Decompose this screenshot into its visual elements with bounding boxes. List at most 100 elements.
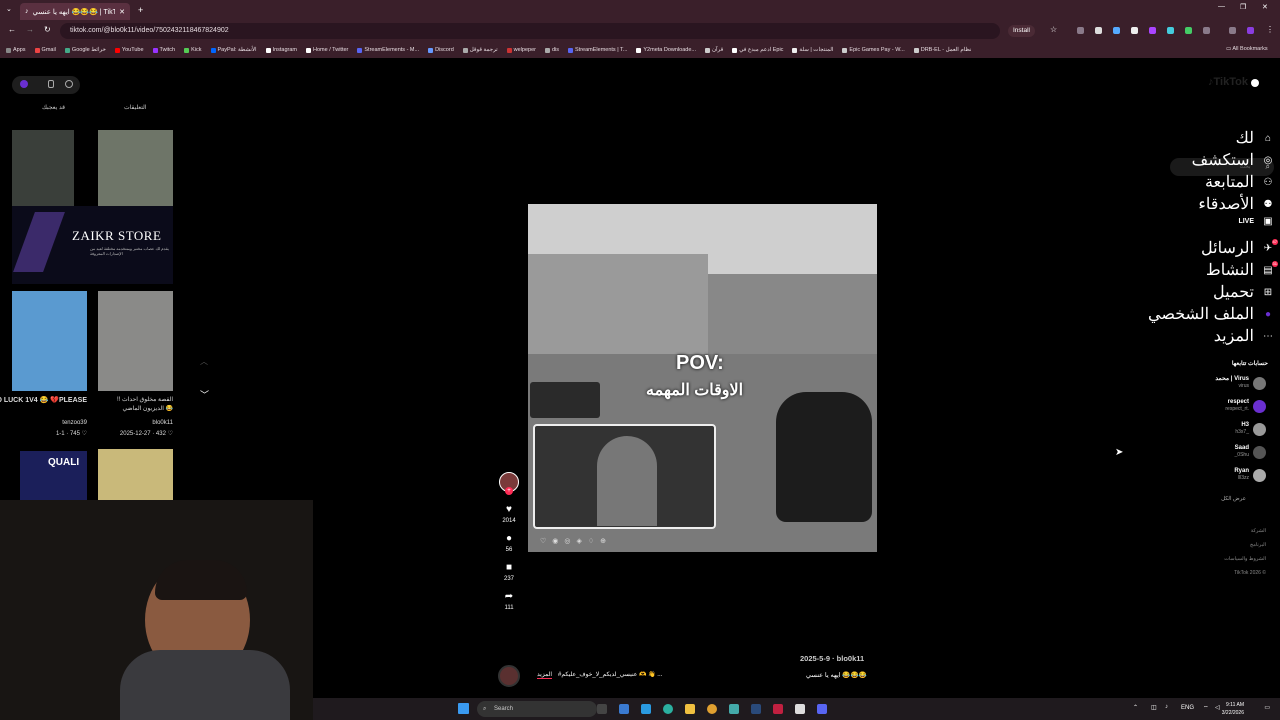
date-author[interactable]: 2025-5-9 · blo0k11: [800, 654, 864, 663]
video-thumbnail[interactable]: [98, 291, 173, 391]
chrome-icon[interactable]: [707, 704, 717, 714]
app-icon[interactable]: [795, 704, 805, 714]
video-author[interactable]: tenzoo39: [62, 420, 87, 426]
all-bookmarks[interactable]: ▭ All Bookmarks: [1222, 46, 1268, 52]
extension-icon[interactable]: [1077, 27, 1084, 34]
windows-start-icon[interactable]: [458, 703, 469, 714]
app-icon[interactable]: [773, 704, 783, 714]
browser-tab[interactable]: ♪ ايهه يا عنسي 😂😂😂 | TikTok ✕: [20, 3, 130, 20]
creator-avatar[interactable]: +: [496, 472, 522, 495]
bookmark-item[interactable]: Discord: [428, 47, 454, 53]
follow-plus-icon[interactable]: +: [505, 487, 513, 495]
extension-icon[interactable]: [1229, 27, 1236, 34]
notification-icon[interactable]: ▭: [1264, 704, 1270, 711]
phone-icon[interactable]: [48, 80, 54, 88]
mic-icon[interactable]: ♪: [1165, 704, 1168, 710]
discord-icon[interactable]: [817, 704, 827, 714]
app-icon[interactable]: [729, 704, 739, 714]
network-icon[interactable]: ◫: [1151, 704, 1157, 711]
extension-icon[interactable]: [1149, 27, 1156, 34]
extension-icon[interactable]: [1167, 27, 1174, 34]
extension-icon[interactable]: [1095, 27, 1102, 34]
bookmark-item[interactable]: Home / Twitter: [306, 47, 348, 53]
bookmark-item[interactable]: Twitch: [152, 47, 175, 53]
video-thumbnail[interactable]: [12, 291, 87, 391]
install-button[interactable]: Install: [1008, 25, 1035, 37]
bookmark-item[interactable]: Kick: [184, 47, 202, 53]
bookmark-item[interactable]: StreamElements | T...: [568, 47, 627, 53]
footer-link[interactable]: البرنامج: [1250, 542, 1266, 548]
menu-icon[interactable]: ⋮: [1266, 25, 1274, 34]
volume-icon[interactable]: ◁: [1215, 704, 1220, 711]
edge-icon[interactable]: [663, 704, 673, 714]
app-icon[interactable]: [619, 704, 629, 714]
bookmark-item[interactable]: PayPal: الأنشطة: [210, 47, 257, 53]
bookmark-item[interactable]: المنتجات | سلة: [792, 47, 833, 53]
ad-banner[interactable]: ZAIKR STORE يقدم لك عصاب مختبر وبمتخدمه …: [12, 206, 173, 284]
reload-icon[interactable]: ↻: [44, 25, 51, 34]
comment-button[interactable]: ● 56: [496, 534, 522, 554]
bookmark-star-icon[interactable]: ☆: [1050, 25, 1057, 34]
bookmark-item[interactable]: Instagram: [265, 47, 297, 53]
heart-icon[interactable]: [20, 80, 28, 88]
scroll-up-icon[interactable]: ︿: [200, 356, 208, 367]
bookmark-item[interactable]: Google خرائط: [64, 47, 106, 53]
bookmark-item[interactable]: ادعم مبدع في Epic: [732, 47, 783, 53]
app-icon[interactable]: [641, 704, 651, 714]
forward-icon[interactable]: →: [26, 25, 34, 34]
extension-icon[interactable]: [1113, 27, 1120, 34]
footer-link[interactable]: TikTok 2026 ©: [1234, 570, 1266, 576]
bookmark-label: Y2meta Downloade...: [643, 47, 696, 53]
tab-comments[interactable]: التعليقات: [124, 104, 147, 111]
extension-icon[interactable]: [1131, 27, 1138, 34]
bookmark-item[interactable]: ترجمة قوقل: [462, 47, 498, 53]
bookmark-item[interactable]: قرآن: [704, 47, 723, 53]
system-clock[interactable]: 9:11 AM 3/22/2026: [1222, 701, 1244, 717]
tab-list-icon[interactable]: ⌄: [6, 5, 12, 13]
footer-link[interactable]: الشروط والسياسات: [1224, 556, 1266, 562]
bookmark-item[interactable]: DRB-EL - نظام العمل: [913, 47, 971, 53]
extension-icon[interactable]: [1185, 27, 1192, 34]
lang-indicator[interactable]: ENG: [1181, 705, 1194, 711]
app-icon[interactable]: [597, 704, 607, 714]
bookmark-item[interactable]: YouTube: [114, 47, 144, 53]
bookmark-icon: [265, 47, 271, 53]
back-icon[interactable]: ←: [8, 25, 16, 34]
extension-icon[interactable]: [1203, 27, 1210, 34]
bookmark-item[interactable]: Epic Games Pay - W...: [842, 47, 905, 53]
more-link[interactable]: المزيد: [537, 671, 553, 679]
steam-icon[interactable]: [751, 704, 761, 714]
profile-avatar[interactable]: [1247, 27, 1254, 34]
wifi-icon[interactable]: ⌔: [1203, 704, 1209, 712]
bookmark-item[interactable]: welpeper: [506, 47, 536, 53]
new-tab-icon[interactable]: +: [138, 5, 143, 15]
maximize-icon[interactable]: ❐: [1240, 3, 1246, 11]
scroll-down-icon[interactable]: ﹀: [200, 388, 209, 401]
close-tab-icon[interactable]: ✕: [119, 8, 125, 16]
video-thumbnail[interactable]: [12, 130, 74, 208]
bookmark-item[interactable]: Gmail: [34, 47, 56, 53]
hashtags[interactable]: #عنيسي_لديكم_لا_خوف_عليكم 🫶 👋 ...: [558, 671, 662, 678]
file-explorer-icon[interactable]: [685, 704, 695, 714]
close-window-icon[interactable]: ✕: [1262, 3, 1268, 11]
bookmark-item[interactable]: dis: [544, 47, 559, 53]
url-field[interactable]: tiktok.com/@blo0k11/video/75024321184678…: [60, 23, 1000, 39]
tray-chevron-icon[interactable]: ⌃: [1133, 704, 1138, 711]
bookmark-item[interactable]: Apps: [6, 47, 26, 53]
like-button[interactable]: ♥ 2014: [496, 505, 522, 525]
video-author[interactable]: blo0k11: [152, 420, 173, 426]
save-button[interactable]: ■ 237: [496, 563, 522, 583]
video-title[interactable]: BAD LUCK 1V4 😂 💔PLEASE: [0, 396, 87, 404]
share-button[interactable]: ➦ 111: [496, 592, 522, 612]
music-disc[interactable]: [498, 665, 520, 687]
minimize-icon[interactable]: —: [1218, 3, 1225, 10]
video-title[interactable]: القصة مخلوق احداث !!الديزيون الماضي 😂: [97, 396, 173, 414]
bookmark-item[interactable]: Y2meta Downloade...: [636, 47, 696, 53]
bookmark-item[interactable]: StreamElements - M...: [357, 47, 419, 53]
video-player[interactable]: POV: الاوقات المهمه ♡◉◎◈♢⊕: [528, 204, 877, 552]
footer-link[interactable]: الشركة: [1251, 528, 1266, 534]
taskbar-search[interactable]: ⌕ Search: [477, 701, 597, 717]
block-icon[interactable]: [65, 80, 73, 88]
tab-you-may-like[interactable]: قد يعجبك: [42, 104, 65, 111]
video-thumbnail[interactable]: [98, 130, 173, 208]
